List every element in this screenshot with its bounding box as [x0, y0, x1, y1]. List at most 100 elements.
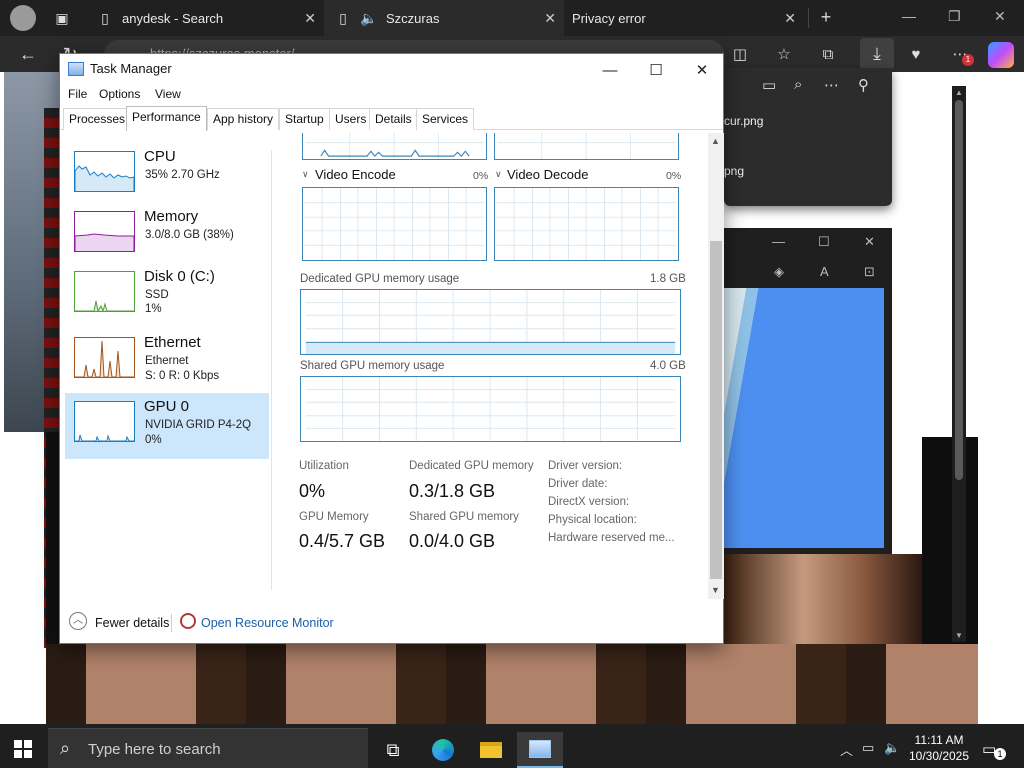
title-bar[interactable]: Task Manager — ☐ ✕ — [60, 54, 723, 84]
memory-mini-graph — [74, 211, 135, 252]
scroll-up-icon[interactable]: ▲ — [711, 136, 720, 146]
minimize-icon[interactable]: — — [772, 234, 785, 249]
speaker-icon[interactable]: 🔈 — [360, 9, 378, 27]
restore-icon[interactable]: ☐ — [818, 234, 830, 250]
read-aloud-icon[interactable]: A — [820, 264, 829, 279]
chevron-down-icon[interactable]: ∨ — [495, 169, 502, 180]
minimize-icon[interactable]: — — [902, 8, 916, 24]
split-screen-icon[interactable]: ◫ — [728, 42, 752, 66]
sidebar-item-memory[interactable]: Memory 3.0/8.0 GB (38%) — [65, 203, 269, 269]
shared-graph-label: Shared GPU memory usage — [300, 360, 445, 372]
system-clock[interactable]: 11:11 AM 10/30/2025 — [900, 732, 978, 764]
detail-scrollbar[interactable]: ▲ ▼ — [708, 133, 724, 599]
task-view-icon[interactable]: ⧉ — [370, 732, 416, 768]
volume-icon[interactable]: 🔈 — [884, 740, 900, 756]
folder-icon[interactable]: ▭ — [762, 76, 776, 94]
profile-avatar[interactable] — [10, 5, 36, 31]
video-decode-value: 0% — [666, 170, 682, 182]
tab-close-icon[interactable]: ✕ — [304, 10, 316, 27]
search-icon[interactable]: ⌕ — [794, 76, 802, 93]
tab-details[interactable]: Details — [369, 108, 418, 130]
resource-monitor-icon — [180, 613, 196, 629]
download-item[interactable]: cur.png — [724, 114, 763, 128]
gpu-engine-graph — [494, 133, 679, 160]
tab-startup[interactable]: Startup — [279, 108, 330, 130]
sidebar-item-ethernet[interactable]: Ethernet Ethernet S: 0 R: 0 Kbps — [65, 329, 269, 395]
network-icon[interactable]: ▭ — [862, 740, 874, 756]
close-icon[interactable]: ✕ — [994, 8, 1006, 25]
more-icon[interactable]: ⋯ — [824, 76, 839, 94]
collections-icon[interactable]: ⧉ — [816, 42, 840, 66]
restore-icon[interactable]: ❐ — [948, 8, 961, 25]
video-encode-graph — [302, 187, 487, 261]
footer-bar: ︿ Fewer details Open Resource Monitor — [60, 606, 723, 644]
scrollbar-thumb[interactable] — [955, 100, 963, 480]
scrollbar-thumb[interactable] — [710, 241, 722, 579]
minimize-button[interactable]: — — [587, 57, 633, 83]
download-item[interactable]: png — [724, 164, 744, 178]
chevron-up-icon[interactable]: ︿ — [69, 612, 87, 630]
open-resource-monitor-link[interactable]: Open Resource Monitor — [201, 616, 334, 630]
file-explorer-icon[interactable] — [468, 732, 514, 768]
menu-view[interactable]: View — [155, 87, 181, 101]
favorites-icon[interactable]: ☆ — [772, 42, 796, 66]
close-icon[interactable]: ✕ — [864, 234, 875, 250]
clock-time: 11:11 AM — [914, 733, 964, 747]
search-placeholder: Type here to search — [88, 741, 221, 758]
chevron-down-icon[interactable]: ∨ — [302, 169, 309, 180]
edge-icon[interactable] — [420, 732, 466, 768]
chevron-up-icon[interactable]: ︿ — [840, 740, 853, 759]
eye-icon[interactable]: ◈ — [774, 264, 784, 280]
pin-icon[interactable]: ⚲ — [858, 76, 869, 94]
scroll-up-icon[interactable]: ▲ — [955, 88, 963, 97]
tab-close-icon[interactable]: ✕ — [544, 10, 556, 27]
tab-services[interactable]: Services — [416, 108, 475, 130]
shared-memory-graph — [300, 376, 681, 442]
taskbar-search[interactable]: ⌕ Type here to search — [48, 728, 368, 768]
sidebar-detail: 3.0/8.0 GB (38%) — [145, 229, 234, 241]
sidebar-item-gpu[interactable]: GPU 0 NVIDIA GRID P4-2Q 0% — [65, 393, 269, 459]
tab-app-history[interactable]: App history — [207, 108, 280, 130]
sidebar-item-disk[interactable]: Disk 0 (C:) SSD 1% — [65, 263, 269, 329]
viewer-image — [724, 288, 884, 548]
driver-date-label: Driver date: — [548, 478, 608, 490]
task-manager-taskbar-icon[interactable] — [517, 732, 563, 768]
screenshot-icon[interactable]: ⊡ — [864, 264, 875, 280]
page-image — [724, 554, 922, 644]
fewer-details-link[interactable]: Fewer details — [95, 616, 169, 630]
tab-strip: Processes Performance App history Startu… — [60, 106, 723, 131]
disk-mini-graph — [74, 271, 135, 312]
scroll-down-icon[interactable]: ▼ — [711, 585, 720, 595]
tab-privacy-error[interactable]: Privacy error ✕ — [564, 0, 804, 36]
menu-file[interactable]: File — [68, 87, 87, 101]
tab-separator — [808, 8, 809, 28]
start-button[interactable] — [14, 740, 32, 758]
back-icon[interactable]: ← — [16, 42, 40, 66]
sidebar-detail: NVIDIA GRID P4-2Q — [145, 419, 252, 431]
tab-close-icon[interactable]: ✕ — [784, 10, 796, 27]
maximize-button[interactable]: ☐ — [633, 57, 679, 83]
sidebar-item-cpu[interactable]: CPU 35% 2.70 GHz — [65, 143, 269, 209]
tab-actions-icon[interactable]: ▣ — [50, 6, 74, 30]
performance-icon[interactable]: ♥ — [904, 42, 928, 66]
page-icon: ▯ — [101, 9, 109, 26]
tab-szczuras[interactable]: ▯ 🔈 Szczuras ✕ — [324, 0, 564, 36]
notification-badge: 1 — [962, 54, 974, 66]
sidebar-name: CPU — [144, 148, 176, 165]
new-tab-button[interactable]: + — [814, 5, 838, 29]
resource-sidebar: CPU 35% 2.70 GHz Memory 3.0/8.0 GB (38%)… — [60, 131, 272, 591]
tab-users[interactable]: Users — [329, 108, 373, 130]
task-manager-window: Task Manager — ☐ ✕ File Options View Pro… — [59, 53, 724, 644]
ethernet-mini-graph — [74, 337, 135, 378]
menu-options[interactable]: Options — [99, 87, 140, 101]
scroll-down-icon[interactable]: ▼ — [955, 631, 963, 640]
tab-anydesk[interactable]: ▯ anydesk - Search ✕ — [86, 0, 324, 36]
page-image — [922, 437, 978, 647]
tab-processes[interactable]: Processes — [63, 108, 132, 130]
sidebar-name: GPU 0 — [144, 398, 190, 415]
close-button[interactable]: ✕ — [679, 57, 725, 83]
tab-performance[interactable]: Performance — [126, 106, 207, 131]
copilot-icon[interactable] — [988, 42, 1014, 68]
page-scrollbar[interactable]: ▲ ▼ — [952, 86, 966, 642]
downloads-icon[interactable]: ⤓ — [860, 38, 894, 70]
